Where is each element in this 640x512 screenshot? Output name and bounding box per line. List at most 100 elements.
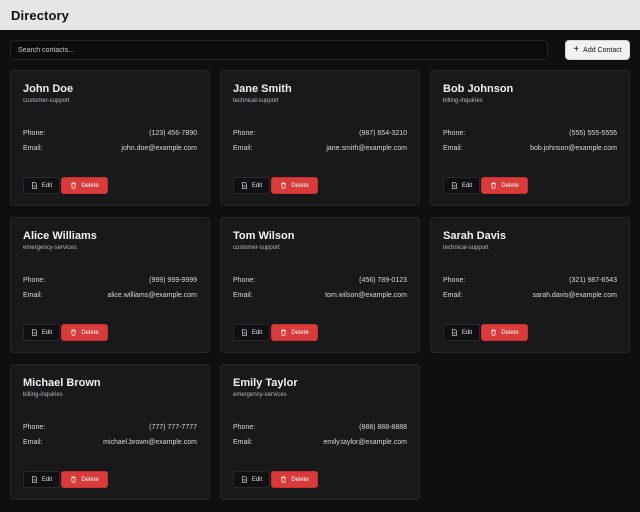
email-label: Email:: [23, 145, 43, 152]
delete-label: Delete: [291, 329, 309, 336]
edit-button[interactable]: Edit: [443, 324, 480, 341]
phone-label: Phone:: [233, 130, 256, 137]
trash-icon: [70, 476, 77, 483]
delete-button[interactable]: Delete: [271, 471, 318, 488]
email-row: Email: bob.johnson@example.com: [443, 145, 617, 152]
contact-card: Jane Smith technical-support Phone: (987…: [220, 70, 420, 206]
delete-label: Delete: [501, 182, 519, 189]
document-icon: [31, 329, 38, 336]
edit-label: Edit: [251, 182, 263, 189]
contact-name: John Doe: [23, 83, 74, 95]
plus-icon: +: [573, 43, 580, 55]
email-row: Email: tom.wilson@example.com: [233, 292, 407, 299]
delete-label: Delete: [501, 329, 519, 336]
edit-button[interactable]: Edit: [233, 471, 270, 488]
contact-department: customer-support: [23, 98, 70, 104]
contact-department: billing-inquiries: [443, 98, 483, 104]
edit-button[interactable]: Edit: [233, 324, 270, 341]
contact-department: customer-support: [233, 245, 280, 251]
delete-button[interactable]: Delete: [481, 324, 528, 341]
phone-value: (987) 654-3210: [359, 130, 407, 137]
edit-label: Edit: [251, 329, 263, 336]
edit-label: Edit: [41, 182, 53, 189]
phone-label: Phone:: [443, 277, 466, 284]
contact-name: Michael Brown: [23, 377, 101, 389]
card-actions: Edit Delete: [443, 177, 528, 194]
delete-button[interactable]: Delete: [481, 177, 528, 194]
email-value: bob.johnson@example.com: [530, 145, 617, 152]
toolbar: + Add Contact: [10, 40, 630, 60]
email-label: Email:: [233, 145, 253, 152]
contact-name: Alice Williams: [23, 230, 97, 242]
email-label: Email:: [23, 439, 43, 446]
edit-label: Edit: [41, 476, 53, 483]
delete-label: Delete: [291, 182, 309, 189]
email-value: john.doe@example.com: [121, 145, 197, 152]
edit-button[interactable]: Edit: [23, 324, 60, 341]
phone-label: Phone:: [23, 130, 46, 137]
delete-button[interactable]: Delete: [271, 324, 318, 341]
trash-icon: [280, 476, 287, 483]
delete-button[interactable]: Delete: [61, 324, 108, 341]
phone-row: Phone: (888) 888-8888: [233, 424, 407, 431]
phone-value: (999) 999-9999: [149, 277, 197, 284]
contact-card: Sarah Davis technical-support Phone: (32…: [430, 217, 630, 353]
phone-label: Phone:: [233, 277, 256, 284]
contact-grid: John Doe customer-support Phone: (123) 4…: [10, 70, 630, 500]
add-contact-button[interactable]: + Add Contact: [565, 40, 630, 60]
email-label: Email:: [443, 145, 463, 152]
trash-icon: [490, 182, 497, 189]
edit-button[interactable]: Edit: [23, 177, 60, 194]
document-icon: [241, 182, 248, 189]
email-value: jane.smith@example.com: [326, 145, 407, 152]
email-label: Email:: [443, 292, 463, 299]
delete-label: Delete: [291, 476, 309, 483]
delete-button[interactable]: Delete: [61, 471, 108, 488]
edit-button[interactable]: Edit: [443, 177, 480, 194]
edit-label: Edit: [251, 476, 263, 483]
phone-row: Phone: (777) 777-7777: [23, 424, 197, 431]
contact-card: Michael Brown billing-inquiries Phone: (…: [10, 364, 210, 500]
contact-name: Emily Taylor: [233, 377, 298, 389]
search-input[interactable]: [10, 40, 548, 60]
contact-card: Alice Williams emergency-services Phone:…: [10, 217, 210, 353]
contact-card: Tom Wilson customer-support Phone: (456)…: [220, 217, 420, 353]
contact-card: John Doe customer-support Phone: (123) 4…: [10, 70, 210, 206]
phone-value: (777) 777-7777: [149, 424, 197, 431]
email-value: sarah.davis@example.com: [532, 292, 617, 299]
edit-label: Edit: [461, 182, 473, 189]
edit-button[interactable]: Edit: [233, 177, 270, 194]
contact-card: Bob Johnson billing-inquiries Phone: (55…: [430, 70, 630, 206]
phone-value: (456) 789-0123: [359, 277, 407, 284]
edit-label: Edit: [41, 329, 53, 336]
delete-button[interactable]: Delete: [271, 177, 318, 194]
phone-row: Phone: (555) 555-5555: [443, 130, 617, 137]
app-header: Directory: [0, 0, 640, 30]
card-actions: Edit Delete: [443, 324, 528, 341]
email-value: tom.wilson@example.com: [325, 292, 407, 299]
email-row: Email: john.doe@example.com: [23, 145, 197, 152]
phone-value: (888) 888-8888: [359, 424, 407, 431]
email-value: emily.taylor@example.com: [323, 439, 407, 446]
email-value: michael.brown@example.com: [103, 439, 197, 446]
delete-button[interactable]: Delete: [61, 177, 108, 194]
document-icon: [241, 329, 248, 336]
phone-label: Phone:: [443, 130, 466, 137]
phone-row: Phone: (456) 789-0123: [233, 277, 407, 284]
contact-department: technical-support: [233, 98, 279, 104]
document-icon: [31, 182, 38, 189]
phone-label: Phone:: [23, 277, 46, 284]
contact-department: technical-support: [443, 245, 489, 251]
email-value: alice.williams@example.com: [107, 292, 197, 299]
edit-label: Edit: [461, 329, 473, 336]
card-actions: Edit Delete: [233, 324, 318, 341]
email-row: Email: jane.smith@example.com: [233, 145, 407, 152]
phone-row: Phone: (999) 999-9999: [23, 277, 197, 284]
card-actions: Edit Delete: [233, 471, 318, 488]
edit-button[interactable]: Edit: [23, 471, 60, 488]
document-icon: [451, 182, 458, 189]
phone-value: (321) 987-6543: [569, 277, 617, 284]
delete-label: Delete: [81, 182, 99, 189]
document-icon: [31, 476, 38, 483]
card-actions: Edit Delete: [23, 177, 108, 194]
